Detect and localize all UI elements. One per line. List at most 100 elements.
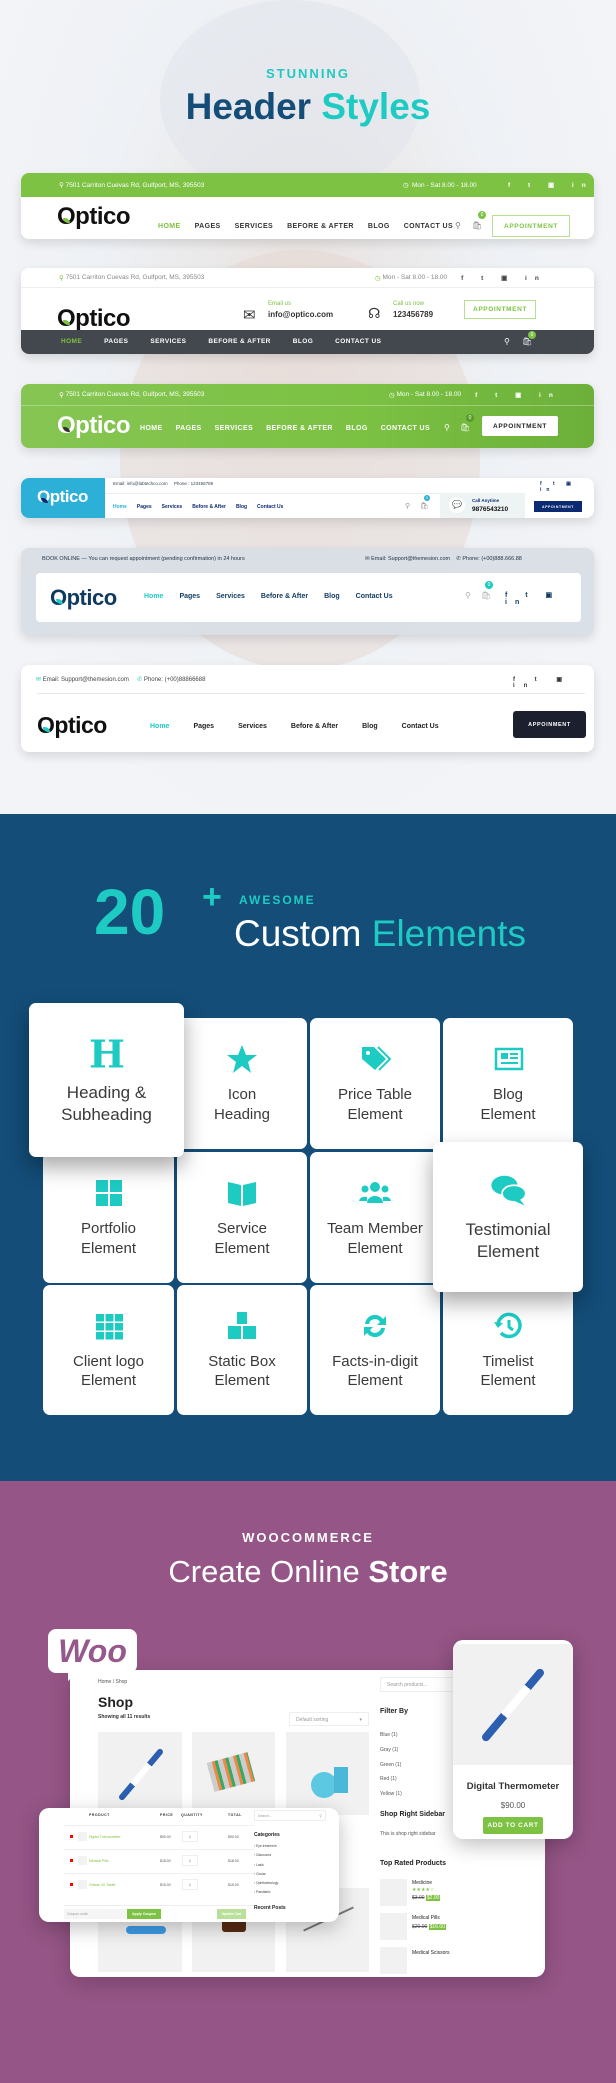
element-card[interactable]: Icon Heading — [177, 1018, 307, 1149]
nav-contact[interactable]: Contact Us — [402, 723, 439, 730]
filter-green[interactable]: Green (1) — [380, 1758, 402, 1773]
nav-pages[interactable]: PAGES — [104, 338, 128, 345]
filter-yellow[interactable]: Yellow (1) — [380, 1787, 402, 1802]
top-rated-thumb[interactable] — [380, 1947, 407, 1974]
coupon-input[interactable]: Coupon code — [64, 1909, 126, 1919]
search-icon[interactable]: ⚲ — [444, 423, 450, 432]
appointment-button[interactable]: APPOINTMENT — [464, 300, 536, 319]
search-icon[interactable]: ⚲ — [455, 221, 461, 230]
nav-contact[interactable]: CONTACT US — [335, 338, 381, 345]
breadcrumb[interactable]: Home / Shop — [98, 1679, 127, 1685]
filter-blue[interactable]: Blue (1) — [380, 1728, 402, 1743]
appointment-button[interactable]: APPOINTMENT — [492, 215, 570, 237]
cart-product-name[interactable]: Medical Pills — [89, 1859, 108, 1863]
nav-before-after[interactable]: Before & After — [291, 723, 338, 730]
cart-product-name[interactable]: Ortivan 40 Tablet — [89, 1883, 115, 1887]
top-rated-name[interactable]: Medical Scissors — [412, 1950, 450, 1956]
sorting-select[interactable]: Default sorting ▾ — [289, 1712, 369, 1726]
call-number[interactable]: 9876543210 — [472, 506, 508, 513]
nav-blog[interactable]: Blog — [324, 593, 340, 600]
search-icon[interactable]: ⚲ — [465, 591, 471, 600]
nav-before-after[interactable]: BEFORE & AFTER — [266, 425, 333, 432]
blog-search-input[interactable]: Search... ⚲ — [254, 1810, 326, 1821]
nav-home[interactable]: HOME — [158, 223, 181, 230]
remove-icon[interactable] — [70, 1883, 73, 1886]
category-item[interactable]: › Eye treatment — [254, 1842, 278, 1851]
element-card[interactable]: Static Box Element — [177, 1285, 307, 1415]
nav-pages[interactable]: Pages — [193, 723, 214, 730]
nav-services[interactable]: Services — [216, 593, 245, 600]
quantity-input[interactable]: 1 — [182, 1855, 198, 1866]
logo[interactable]: Optico — [50, 585, 117, 611]
nav-home[interactable]: Home — [144, 593, 163, 600]
social-icons[interactable]: f t ▣ in — [475, 391, 561, 399]
phone-value[interactable]: 123456789 — [393, 310, 433, 319]
cart-icon[interactable]: 🛍 — [472, 221, 482, 230]
search-icon[interactable]: ⚲ — [504, 337, 510, 346]
appointment-button[interactable]: APPOINTMENT — [534, 501, 582, 512]
logo[interactable]: Optico — [57, 412, 131, 440]
quantity-input[interactable]: 1 — [182, 1879, 198, 1890]
product-image[interactable] — [453, 1644, 573, 1765]
cart-product-name[interactable]: Digital Thermometer — [89, 1835, 121, 1839]
nav-home[interactable]: Home — [150, 723, 169, 730]
logo[interactable]: Optico — [57, 203, 131, 231]
update-cart-button[interactable]: Update Cart — [217, 1909, 246, 1919]
nav-before-after[interactable]: Before & After — [192, 504, 226, 510]
element-card[interactable]: Client logo Element — [43, 1285, 174, 1415]
element-card[interactable]: Timelist Element — [443, 1285, 573, 1415]
nav-blog[interactable]: Blog — [236, 504, 247, 510]
logo[interactable]: Optico — [57, 305, 131, 333]
remove-icon[interactable] — [70, 1835, 73, 1838]
logo[interactable]: Optico — [37, 487, 88, 507]
remove-icon[interactable] — [70, 1859, 73, 1862]
appointment-button[interactable]: APPOINTMENT — [482, 416, 558, 436]
nav-blog[interactable]: BLOG — [293, 338, 313, 345]
appointment-button[interactable]: APPOINMENT — [513, 711, 586, 738]
add-to-cart-button[interactable]: ADD TO CART — [483, 1817, 543, 1834]
nav-contact[interactable]: CONTACT US — [381, 425, 430, 432]
element-card[interactable]: Testimonial Element — [433, 1142, 583, 1292]
nav-home[interactable]: HOME — [61, 338, 82, 345]
nav-contact[interactable]: CONTACT US — [404, 223, 453, 230]
social-icons[interactable]: f t ▣ in — [508, 181, 594, 189]
category-item[interactable]: › Ocular — [254, 1870, 278, 1879]
element-card[interactable]: Facts-in-digit Element — [310, 1285, 440, 1415]
nav-before-after[interactable]: BEFORE & AFTER — [208, 338, 270, 345]
product-image-thermometer[interactable] — [98, 1732, 182, 1815]
nav-before-after[interactable]: BEFORE & AFTER — [287, 223, 354, 230]
category-item[interactable]: › Ophthalmology — [254, 1879, 278, 1888]
nav-services[interactable]: Services — [238, 723, 267, 730]
element-card[interactable]: Blog Element — [443, 1018, 573, 1149]
cart-icon[interactable]: 🛍 — [481, 591, 491, 600]
nav-contact[interactable]: Contact Us — [257, 504, 283, 510]
nav-services[interactable]: SERVICES — [215, 425, 253, 432]
element-card[interactable]: Team Member Element — [310, 1152, 440, 1283]
nav-pages[interactable]: Pages — [179, 593, 200, 600]
top-rated-thumb[interactable] — [380, 1913, 407, 1940]
book-online[interactable]: BOOK ONLINE — [42, 556, 80, 562]
quantity-input[interactable]: 1 — [182, 1831, 198, 1842]
nav-pages[interactable]: PAGES — [195, 223, 221, 230]
apply-coupon-button[interactable]: Apply Coupon — [127, 1909, 161, 1919]
nav-before-after[interactable]: Before & After — [261, 593, 308, 600]
category-item[interactable]: › Lasik — [254, 1861, 278, 1870]
nav-home[interactable]: Home — [113, 504, 127, 510]
element-card[interactable]: Price Table Element — [310, 1018, 440, 1149]
social-icons[interactable]: f t ▣ in — [461, 274, 547, 282]
cart-icon[interactable]: 🛍 — [420, 502, 429, 510]
nav-services[interactable]: SERVICES — [235, 223, 273, 230]
top-rated-name[interactable]: Medical Pills — [412, 1915, 440, 1921]
product-name[interactable]: Digital Thermometer — [453, 1781, 573, 1792]
email-value[interactable]: info@optico.com — [268, 310, 333, 319]
cart-icon[interactable]: 🛍 — [460, 423, 470, 432]
nav-pages[interactable]: Pages — [137, 504, 152, 510]
nav-blog[interactable]: BLOG — [346, 425, 368, 432]
product-image-medicine[interactable] — [192, 1732, 275, 1815]
nav-pages[interactable]: PAGES — [176, 425, 202, 432]
nav-blog[interactable]: BLOG — [368, 223, 390, 230]
nav-blog[interactable]: Blog — [362, 723, 378, 730]
category-item[interactable]: › Paediatric — [254, 1888, 278, 1897]
filter-red[interactable]: Red (1) — [380, 1772, 402, 1787]
nav-contact[interactable]: Contact Us — [356, 593, 393, 600]
